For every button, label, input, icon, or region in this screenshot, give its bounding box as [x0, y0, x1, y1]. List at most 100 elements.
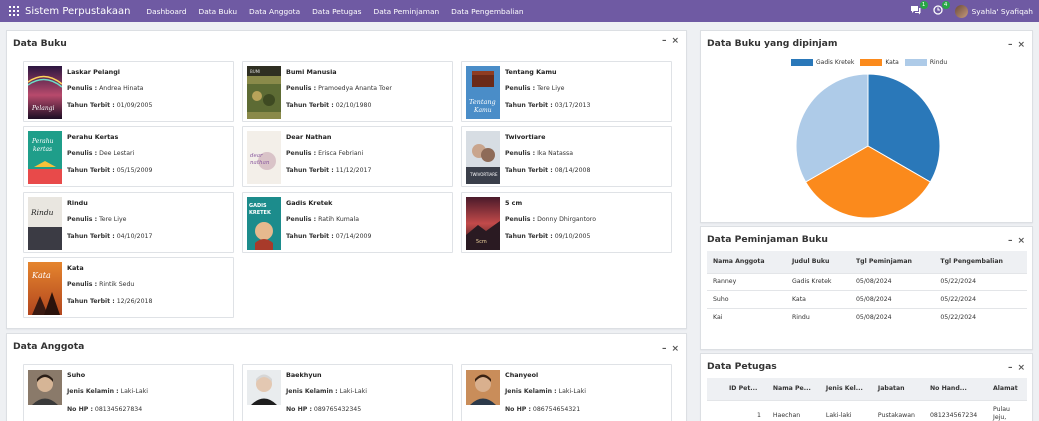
member-phone: 086754654321	[532, 406, 581, 413]
svg-text:Pelangi: Pelangi	[31, 105, 55, 112]
column-header[interactable]: Jabatan	[871, 378, 924, 400]
svg-text:5cm: 5cm	[476, 239, 487, 245]
minimize-icon[interactable]: –	[1008, 364, 1013, 373]
member-photo	[247, 370, 281, 405]
book-cover-image: Rindu	[28, 197, 62, 250]
svg-text:GADIS: GADIS	[249, 203, 267, 209]
close-icon[interactable]: ×	[1017, 237, 1025, 246]
cell: 05/08/2024	[849, 290, 935, 308]
close-icon[interactable]: ×	[671, 37, 679, 46]
menu-data-anggota[interactable]: Data Anggota	[249, 7, 300, 16]
members-panel-title: Data Anggota	[13, 341, 85, 352]
book-title: Rindu	[67, 199, 88, 207]
table-header-row: Nama Anggota Judul Buku Tgl Peminjaman T…	[707, 251, 1027, 273]
cell: Ranney	[707, 272, 786, 291]
cell: 081234567234	[924, 399, 987, 421]
book-card[interactable]: dear nathan Dear Nathan Penulis : Erisca …	[242, 126, 453, 187]
book-author: Tere Liye	[537, 85, 565, 92]
book-year: 05/15/2009	[116, 167, 153, 174]
member-card[interactable]: Suho Jenis Kelamin : Laki-Laki No HP : 0…	[23, 364, 234, 421]
app-brand[interactable]: Sistem Perpustakaan	[25, 6, 130, 17]
svg-text:Kata: Kata	[31, 271, 51, 280]
author-label: Penulis :	[505, 216, 536, 223]
cell: 05/22/2024	[934, 307, 1027, 326]
year-label: Tahun Terbit :	[67, 102, 115, 109]
book-title: Dear Nathan	[286, 133, 332, 141]
phone-label: No HP :	[67, 406, 93, 413]
column-header[interactable]: Nama Anggota	[707, 251, 786, 273]
apps-grid-icon[interactable]	[9, 6, 19, 16]
book-year: 07/14/2009	[335, 233, 372, 240]
member-phone: 081345627834	[94, 406, 143, 413]
member-card[interactable]: Chanyeol Jenis Kelamin : Laki-Laki No HP…	[461, 364, 672, 421]
book-card[interactable]: GADIS KRETEK Gadis Kretek Penulis : Ratih…	[242, 192, 453, 253]
loans-table: Nama Anggota Judul Buku Tgl Peminjaman T…	[707, 251, 1027, 326]
book-year: 11/12/2017	[335, 167, 372, 174]
cell: 05/08/2024	[849, 307, 935, 326]
book-author: Ika Natassa	[537, 150, 574, 157]
book-year: 03/17/2013	[554, 102, 591, 109]
column-header[interactable]: Jenis Kel...	[819, 378, 872, 400]
year-label: Tahun Terbit :	[505, 167, 553, 174]
books-panel: Data Buku – × Pelangi Laskar Pelangi Penu…	[6, 30, 687, 329]
column-header[interactable]: ID Pet...	[707, 378, 767, 400]
staff-panel: Data Petugas – × ID Pet... Nama Pe... Jen…	[700, 353, 1033, 421]
author-label: Penulis :	[505, 150, 536, 157]
year-label: Tahun Terbit :	[286, 102, 334, 109]
clock-icon[interactable]: 4	[932, 0, 950, 18]
table-row[interactable]: Ranney Gadis Kretek 05/08/2024 05/22/202…	[707, 272, 1027, 291]
menu-data-petugas[interactable]: Data Petugas	[312, 7, 361, 16]
table-row[interactable]: Suho Kata 05/08/2024 05/22/2024	[707, 290, 1027, 308]
member-gender: Laki-Laki	[120, 388, 148, 395]
menu-data-pengembalian[interactable]: Data Pengembalian	[451, 7, 523, 16]
table-header-row: ID Pet... Nama Pe... Jenis Kel... Jabata…	[707, 378, 1027, 400]
book-cover-image: GADISKRETEK	[247, 197, 281, 250]
column-header[interactable]: Tgl Peminjaman	[849, 251, 935, 273]
book-card[interactable]: TWIVORTIARE Twivortiare Penulis : Ika Na…	[461, 126, 672, 187]
book-year: 04/10/2017	[116, 233, 153, 240]
cell: Laki-laki	[819, 399, 872, 421]
book-card[interactable]: Perahu kertas Perahu Kertas Penulis : Dee…	[23, 126, 234, 187]
menu-data-buku[interactable]: Data Buku	[199, 7, 238, 16]
svg-text:kertas: kertas	[33, 146, 52, 153]
cell: Rindu	[785, 307, 850, 326]
table-row[interactable]: 1 Haechan Laki-laki Pustakawan 081234567…	[707, 399, 1027, 421]
book-card[interactable]: 5cm 5 cm Penulis : Donny Dhirgantoro Tah…	[461, 192, 672, 253]
minimize-icon[interactable]: –	[662, 37, 667, 46]
staff-table: ID Pet... Nama Pe... Jenis Kel... Jabata…	[707, 378, 1027, 421]
chat-icon[interactable]: 1	[910, 0, 928, 18]
svg-text:Perahu: Perahu	[31, 138, 54, 145]
cell: 05/08/2024	[849, 272, 935, 291]
table-row[interactable]: Kai Rindu 05/08/2024 05/22/2024	[707, 307, 1027, 326]
column-header[interactable]: Alamat	[987, 378, 1027, 400]
column-header[interactable]: Judul Buku	[785, 251, 850, 273]
book-card[interactable]: Tentang Kamu Tentang Kamu Penulis : Tere …	[461, 61, 672, 122]
column-header[interactable]: Tgl Pengembalian	[934, 251, 1027, 273]
svg-text:Rindu: Rindu	[30, 208, 54, 217]
column-header[interactable]: No Hand...	[924, 378, 987, 400]
book-card[interactable]: BUMI Bumi Manusia Penulis : Pramoedya An…	[242, 61, 453, 122]
book-card[interactable]: Pelangi Laskar Pelangi Penulis : Andrea …	[23, 61, 234, 122]
member-card[interactable]: Baekhyun Jenis Kelamin : Laki-Laki No HP…	[242, 364, 453, 421]
minimize-icon[interactable]: –	[662, 345, 667, 354]
menu-data-peminjaman[interactable]: Data Peminjaman	[374, 7, 440, 16]
avatar[interactable]	[954, 4, 968, 18]
navbar-right: 1 4 Syahla' Syafiqah	[910, 0, 1039, 22]
close-icon[interactable]: ×	[671, 345, 679, 354]
book-cover-image: dearnathan	[247, 131, 281, 184]
menu-dashboard[interactable]: Dashboard	[146, 7, 186, 16]
year-label: Tahun Terbit :	[286, 167, 334, 174]
close-icon[interactable]: ×	[1017, 364, 1025, 373]
column-header[interactable]: Nama Pe...	[766, 378, 820, 400]
book-card[interactable]: Rindu Rindu Penulis : Tere Liye Tahun Te…	[23, 192, 234, 253]
author-label: Penulis :	[286, 85, 317, 92]
user-name[interactable]: Syahla' Syafiqah	[972, 7, 1033, 16]
book-card[interactable]: Kata Kata Penulis : Rintik Sedu Tahun Te…	[23, 257, 234, 318]
minimize-icon[interactable]: –	[1008, 237, 1013, 246]
member-photo	[466, 370, 500, 405]
book-title: Bumi Manusia	[286, 68, 337, 76]
members-panel: Data Anggota – × Suho Jenis Kelamin : Lak…	[6, 333, 687, 421]
book-cover-image: TWIVORTIARE	[466, 131, 500, 184]
cell: Suho	[707, 290, 786, 308]
cell: Kai	[707, 307, 786, 326]
